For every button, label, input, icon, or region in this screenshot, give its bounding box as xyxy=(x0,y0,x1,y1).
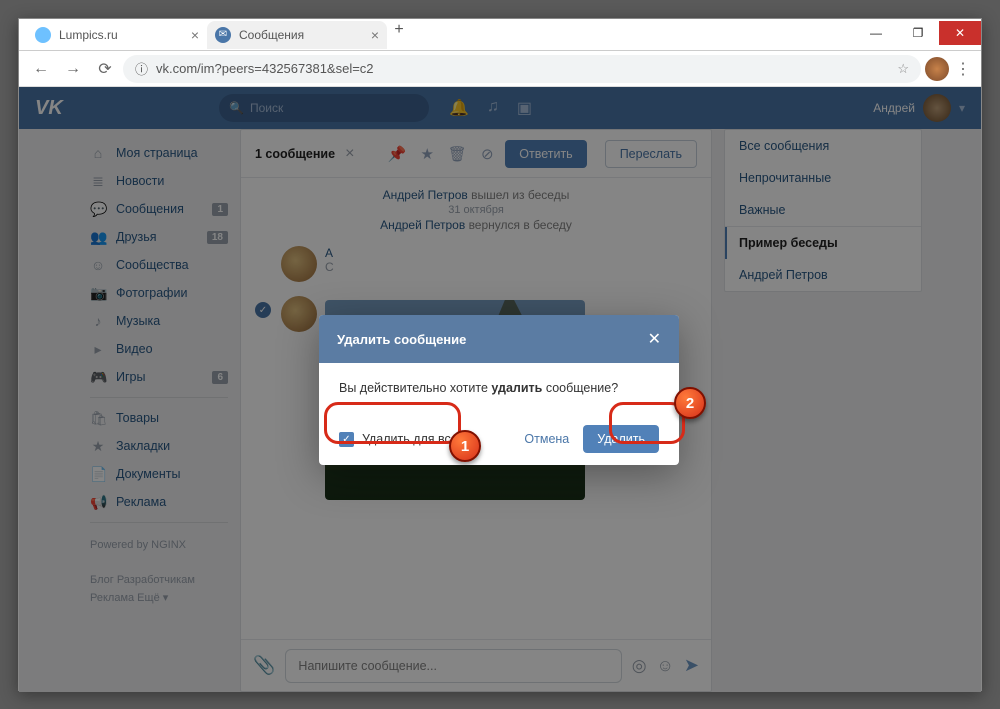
close-modal-icon[interactable]: ✕ xyxy=(648,329,661,349)
close-tab-icon[interactable]: × xyxy=(371,27,379,43)
close-tab-icon[interactable]: × xyxy=(191,27,199,43)
lock-icon: ⓘ xyxy=(135,59,148,78)
new-tab-button[interactable]: + xyxy=(387,21,411,49)
close-window-button[interactable]: ✕ xyxy=(939,21,981,45)
titlebar: Lumpics.ru × ✉ Сообщения × + — ❐ ✕ xyxy=(19,19,981,51)
tab-title: Сообщения xyxy=(239,28,304,42)
reload-icon[interactable]: ⟳ xyxy=(91,59,119,79)
browser-toolbar: ← → ⟳ ⓘ vk.com/im?peers=432567381&sel=c2… xyxy=(19,51,981,87)
tab-lumpics[interactable]: Lumpics.ru × xyxy=(27,21,207,49)
tab-strip: Lumpics.ru × ✉ Сообщения × + xyxy=(19,21,855,49)
modal-body: Вы действительно хотите удалить сообщени… xyxy=(319,363,679,413)
address-bar[interactable]: ⓘ vk.com/im?peers=432567381&sel=c2 ☆ xyxy=(123,55,921,83)
checkbox-checked-icon: ✓ xyxy=(339,432,354,447)
window-controls: — ❐ ✕ xyxy=(855,25,981,45)
profile-avatar[interactable] xyxy=(925,57,949,81)
page-frame: Lumpics.ru × ✉ Сообщения × + — ❐ ✕ ← → ⟳… xyxy=(0,0,1000,709)
favicon-lumpics xyxy=(35,27,51,43)
tab-title: Lumpics.ru xyxy=(59,28,118,42)
modal-footer: ✓ Удалить для всех Отмена Удалить xyxy=(319,413,679,465)
app-viewport: VK 🔍 Поиск 🔔 ♫ ▣ Андрей ▾ ⌂Моя страница … xyxy=(19,87,981,692)
delete-for-all-checkbox[interactable]: ✓ Удалить для всех xyxy=(339,432,464,447)
maximize-button[interactable]: ❐ xyxy=(897,21,939,45)
tab-messages[interactable]: ✉ Сообщения × xyxy=(207,21,387,49)
forward-icon[interactable]: → xyxy=(59,60,87,78)
delete-button[interactable]: Удалить xyxy=(583,425,659,453)
url-text: vk.com/im?peers=432567381&sel=c2 xyxy=(156,61,889,76)
favicon-vk: ✉ xyxy=(215,27,231,43)
cancel-button[interactable]: Отмена xyxy=(524,432,569,446)
minimize-button[interactable]: — xyxy=(855,21,897,45)
modal-header: Удалить сообщение ✕ xyxy=(319,315,679,363)
browser-window: Lumpics.ru × ✉ Сообщения × + — ❐ ✕ ← → ⟳… xyxy=(18,18,982,691)
menu-dots-icon[interactable]: ⋮ xyxy=(953,59,973,79)
modal-title: Удалить сообщение xyxy=(337,332,466,347)
checkbox-label: Удалить для всех xyxy=(362,432,464,446)
back-icon[interactable]: ← xyxy=(27,60,55,78)
bookmark-star-icon[interactable]: ☆ xyxy=(897,61,909,77)
delete-message-modal: Удалить сообщение ✕ Вы действительно хот… xyxy=(319,315,679,465)
